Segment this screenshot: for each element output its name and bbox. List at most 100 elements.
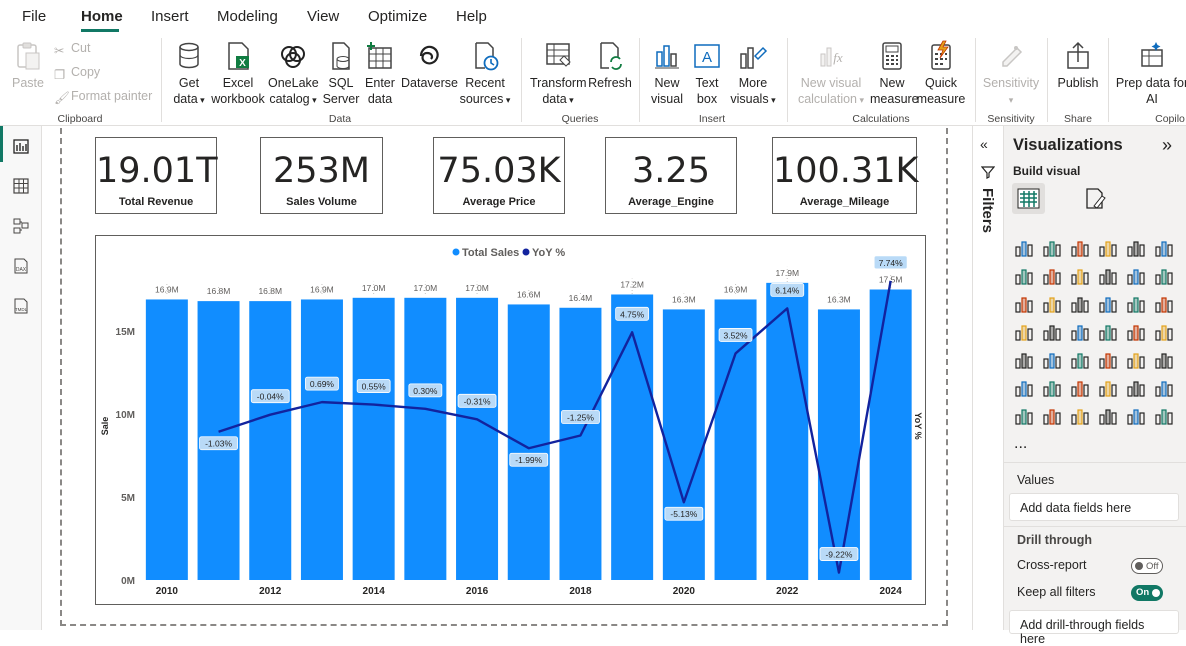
report-view-icon[interactable] bbox=[12, 137, 30, 155]
chevrons-icon[interactable] bbox=[1154, 406, 1174, 426]
pie-icon[interactable] bbox=[1126, 294, 1146, 314]
more-visuals-button[interactable]: More visuals ▾ bbox=[728, 40, 778, 108]
stacked-bar-icon[interactable] bbox=[1014, 238, 1034, 258]
new-measure-button[interactable]: New measure bbox=[870, 40, 919, 107]
bar-data-label: 17.2M bbox=[620, 279, 644, 289]
matrix-icon[interactable] bbox=[1126, 350, 1146, 370]
100-column-icon[interactable] bbox=[1154, 238, 1174, 258]
100-bar-icon[interactable] bbox=[1126, 238, 1146, 258]
kpi-card-average-price[interactable]: 75.03K Average Price bbox=[433, 137, 565, 214]
paste-button[interactable]: Paste bbox=[10, 40, 46, 91]
menu-view[interactable]: View bbox=[307, 8, 339, 25]
tmdl-view-icon[interactable]: TMDL bbox=[12, 297, 30, 315]
slicer-icon[interactable] bbox=[1070, 350, 1090, 370]
line-clustered-icon[interactable] bbox=[1154, 266, 1174, 286]
menu-modeling[interactable]: Modeling bbox=[217, 8, 278, 25]
diamond-icon[interactable] bbox=[1126, 406, 1146, 426]
narrative-icon[interactable] bbox=[1126, 378, 1146, 398]
new-visual-calculation-button[interactable]: fx New visual calculation ▾ bbox=[796, 40, 866, 108]
cut-button[interactable]: ✂ Cut bbox=[54, 41, 90, 58]
bar bbox=[300, 299, 343, 580]
bar bbox=[145, 299, 188, 580]
kpi-card-average-engine[interactable]: 3.25 Average_Engine bbox=[605, 137, 737, 214]
metrics-icon[interactable] bbox=[1154, 378, 1174, 398]
card-icon[interactable] bbox=[1154, 322, 1174, 342]
sql-server-button[interactable]: SQL Server bbox=[322, 40, 360, 107]
power-apps-icon[interactable] bbox=[1042, 406, 1062, 426]
drill-through-drop-zone[interactable]: Add drill-through fields here bbox=[1009, 610, 1179, 646]
line-chart-icon[interactable] bbox=[1014, 266, 1034, 286]
text-box-button[interactable]: A Text box bbox=[690, 40, 724, 107]
menu-insert[interactable]: Insert bbox=[151, 8, 189, 25]
new-visual-button[interactable]: New visual bbox=[648, 40, 686, 107]
build-visual-tab[interactable] bbox=[1012, 183, 1045, 214]
dax-query-view-icon[interactable]: DAX bbox=[12, 257, 30, 275]
clustered-column-icon[interactable] bbox=[1098, 238, 1118, 258]
menu-home[interactable]: Home bbox=[81, 8, 123, 25]
get-data-button[interactable]: Get data ▾ bbox=[168, 40, 210, 108]
svg-text:fx: fx bbox=[833, 50, 843, 65]
treemap-icon[interactable] bbox=[1014, 322, 1034, 342]
quick-measure-button[interactable]: Quick measure bbox=[916, 40, 966, 107]
multirow-card-icon[interactable] bbox=[1014, 350, 1034, 370]
area-chart-icon[interactable] bbox=[1042, 266, 1062, 286]
keep-all-filters-toggle[interactable]: On bbox=[1131, 585, 1163, 601]
publish-button[interactable]: Publish bbox=[1054, 40, 1102, 91]
menu-help[interactable]: Help bbox=[456, 8, 487, 25]
dataverse-button[interactable]: Dataverse bbox=[401, 40, 458, 91]
values-drop-zone[interactable]: Add data fields here bbox=[1009, 493, 1179, 521]
waterfall-icon[interactable] bbox=[1042, 294, 1062, 314]
prep-data-for-ai-button[interactable]: Prep data for AI bbox=[1114, 40, 1186, 107]
publish-icon bbox=[1067, 41, 1089, 69]
key-influencers-icon[interactable] bbox=[1042, 378, 1062, 398]
button-slicer-icon[interactable] bbox=[1098, 406, 1118, 426]
refresh-button[interactable]: Refresh bbox=[588, 40, 632, 91]
excel-workbook-button[interactable]: X Excel workbook bbox=[209, 40, 267, 107]
enter-data-button[interactable]: Enter data bbox=[362, 40, 398, 107]
r-visual-icon[interactable] bbox=[1154, 350, 1174, 370]
separator bbox=[975, 38, 976, 122]
onelake-catalog-button[interactable]: OneLake catalog ▾ bbox=[268, 40, 319, 108]
active-view-indicator bbox=[0, 126, 3, 162]
model-view-icon[interactable] bbox=[12, 217, 30, 235]
stacked-column-icon[interactable] bbox=[1042, 238, 1062, 258]
copy-button[interactable]: ❐ Copy bbox=[54, 65, 100, 82]
double-chevron-right-icon[interactable]: » bbox=[1162, 135, 1172, 156]
sensitivity-button[interactable]: Sensitivity ▾ bbox=[982, 40, 1040, 108]
menu-file[interactable]: File bbox=[22, 8, 46, 25]
double-chevron-left-icon[interactable]: « bbox=[980, 136, 988, 152]
line-column-icon[interactable] bbox=[1126, 266, 1146, 286]
power-automate-icon[interactable] bbox=[1070, 406, 1090, 426]
excel-icon: X bbox=[228, 42, 249, 70]
combo-chart[interactable]: Total Sales YoY % 0M 5M 10M 15M Sale YoY % 16.9M… bbox=[95, 235, 926, 605]
kpi-icon[interactable] bbox=[1042, 350, 1062, 370]
menu-optimize[interactable]: Optimize bbox=[368, 8, 427, 25]
format-painter-button[interactable]: 🖌Format painter bbox=[54, 89, 152, 105]
ribbon-chart-icon[interactable] bbox=[1014, 294, 1034, 314]
kpi-card-sales-volume[interactable]: 253M Sales Volume bbox=[260, 137, 383, 214]
kpi-card-total-revenue[interactable]: 19.01T Total Revenue bbox=[95, 137, 218, 214]
paginated-report-icon[interactable] bbox=[1014, 406, 1034, 426]
funnel-icon[interactable] bbox=[1070, 294, 1090, 314]
table-view-icon[interactable] bbox=[12, 177, 30, 195]
donut-icon[interactable] bbox=[1154, 294, 1174, 314]
gauge-icon[interactable] bbox=[1126, 322, 1146, 342]
recent-sources-button[interactable]: Recent sources ▾ bbox=[458, 40, 512, 108]
100-area-icon[interactable] bbox=[1098, 266, 1118, 286]
format-visual-icon[interactable] bbox=[1082, 186, 1108, 212]
filled-map-icon[interactable] bbox=[1070, 322, 1090, 342]
stacked-area-icon[interactable] bbox=[1070, 266, 1090, 286]
clustered-bar-icon[interactable] bbox=[1070, 238, 1090, 258]
separator bbox=[639, 38, 640, 122]
scatter-icon[interactable] bbox=[1098, 294, 1118, 314]
map-icon[interactable] bbox=[1042, 322, 1062, 342]
decomposition-tree-icon[interactable] bbox=[1070, 378, 1090, 398]
azure-map-icon[interactable] bbox=[1098, 322, 1118, 342]
table-icon[interactable] bbox=[1098, 350, 1118, 370]
more-visuals-ellipsis[interactable]: ... bbox=[1014, 435, 1027, 453]
qa-icon[interactable] bbox=[1098, 378, 1118, 398]
transform-data-button[interactable]: Transform data ▾ bbox=[530, 40, 587, 108]
python-visual-icon[interactable] bbox=[1014, 378, 1034, 398]
kpi-card-average-mileage[interactable]: 100.31K Average_Mileage bbox=[772, 137, 918, 214]
cross-report-toggle[interactable]: Off bbox=[1131, 558, 1163, 574]
